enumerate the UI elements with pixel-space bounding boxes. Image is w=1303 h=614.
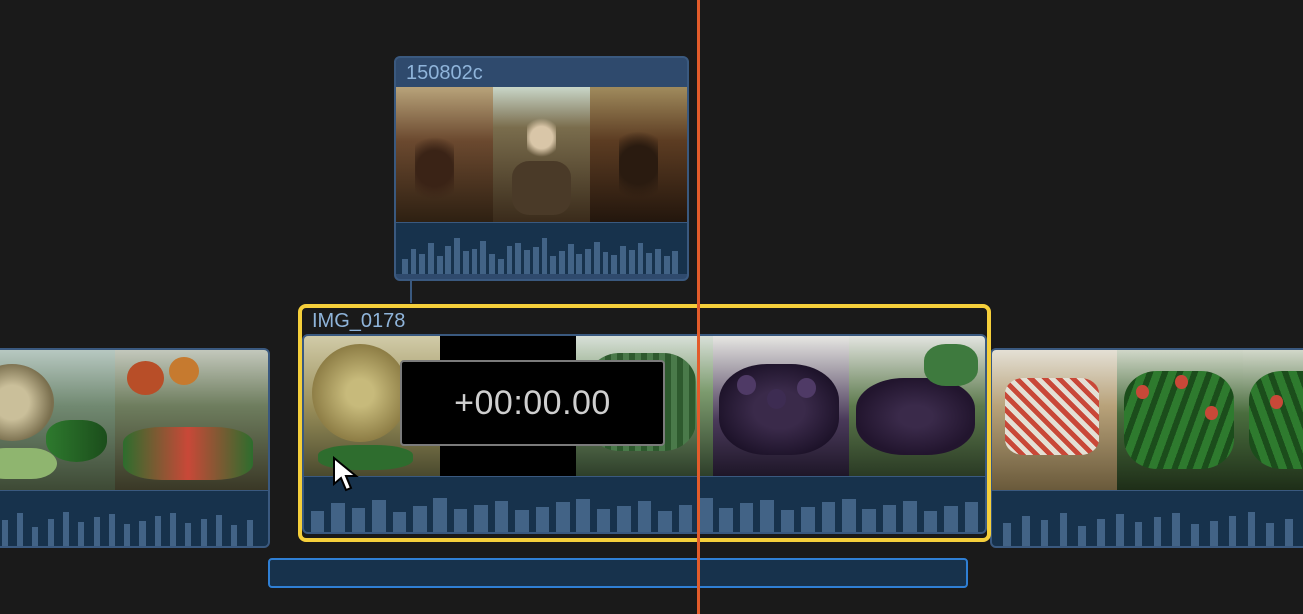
audio-waveform [0, 490, 268, 546]
thumbnail-frame [396, 87, 493, 222]
selected-clip-title: IMG_0178 [302, 308, 987, 333]
thumbnail-frame [992, 350, 1117, 490]
playhead[interactable] [697, 0, 700, 614]
connected-clip-title: 150802c [396, 58, 687, 87]
timeline-clip-left[interactable] [0, 348, 270, 548]
thumbnail-frame [1117, 350, 1242, 490]
audio-waveform [396, 222, 687, 274]
thumbnail-frame [590, 87, 687, 222]
timecode-delta-overlay: +00:00.00 [400, 360, 665, 446]
thumbnail-frame [1243, 350, 1303, 490]
slip-edit-track[interactable] [268, 558, 968, 588]
clip-connector [410, 281, 412, 303]
thumbnail-frame [493, 87, 590, 222]
timeline-clip-right[interactable]: IMG_0297 [990, 348, 1303, 548]
thumbnail-frame [0, 350, 115, 490]
thumbnail-frame [115, 350, 268, 490]
connected-clip[interactable]: 150802c [394, 56, 689, 281]
audio-waveform [992, 490, 1303, 546]
connected-clip-filmstrip [396, 87, 687, 222]
clip-filmstrip [0, 350, 268, 490]
clip-filmstrip [992, 350, 1303, 490]
